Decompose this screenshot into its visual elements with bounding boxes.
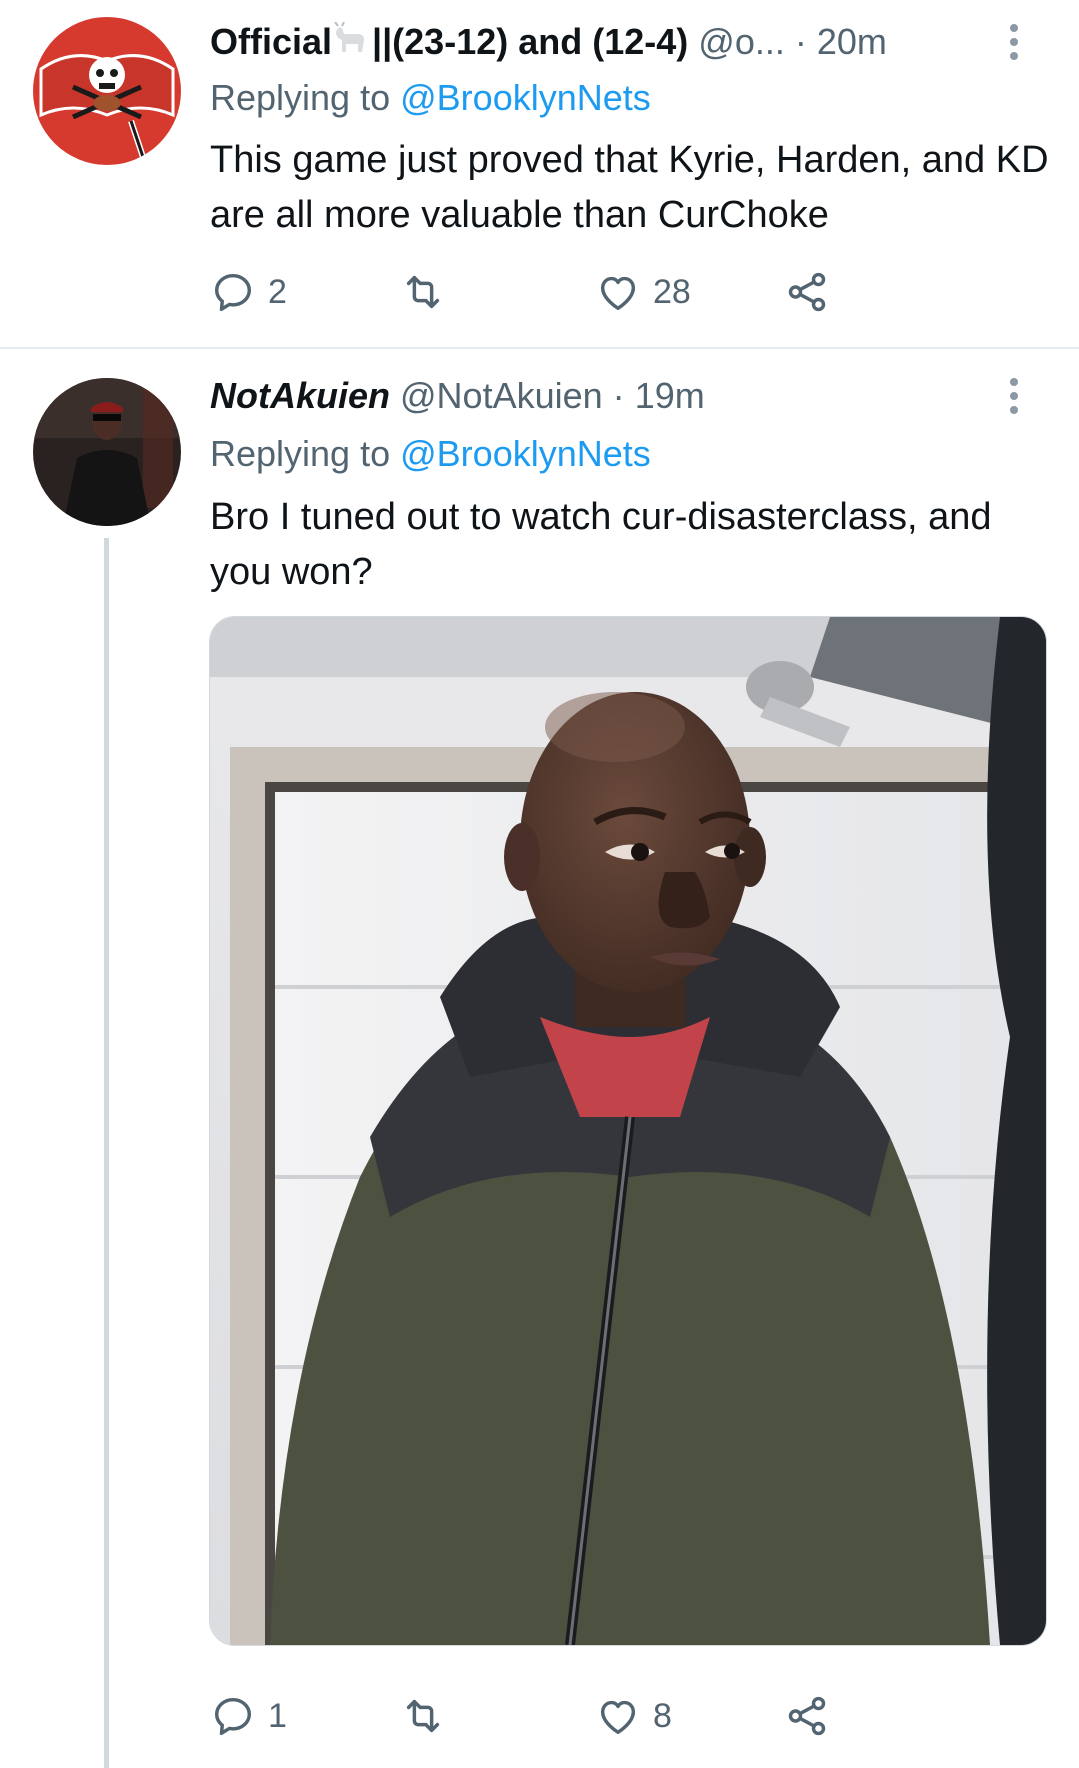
share-icon <box>788 272 826 312</box>
like-button[interactable]: 28 <box>595 262 691 322</box>
action-bar: 1 8 <box>210 1686 930 1746</box>
reply-button[interactable]: 2 <box>210 262 287 322</box>
timestamp[interactable]: 20m <box>817 21 887 62</box>
separator-dot: · <box>794 21 807 62</box>
reply-count: 1 <box>268 1696 287 1735</box>
like-count: 28 <box>653 272 691 311</box>
retweet-button[interactable] <box>400 1686 446 1746</box>
share-button[interactable] <box>784 1686 830 1746</box>
buccaneers-logo <box>33 17 181 165</box>
meme-photo <box>210 617 1046 1645</box>
handle[interactable]: @NotAkuien <box>400 375 603 416</box>
mention-link[interactable]: @BrooklynNets <box>400 77 651 118</box>
tweet-header: NotAkuien @NotAkuien · 19m <box>210 372 1059 420</box>
like-icon <box>600 276 636 311</box>
like-button[interactable]: 8 <box>595 1686 672 1746</box>
retweet-button[interactable] <box>400 262 446 322</box>
replying-to-label: Replying to <box>210 433 391 474</box>
share-button[interactable] <box>784 262 830 322</box>
reply-icon <box>214 1697 252 1735</box>
more-icon[interactable] <box>1007 18 1021 66</box>
like-count: 8 <box>653 1696 672 1735</box>
retweet-icon <box>406 1699 440 1733</box>
retweet-icon <box>406 275 440 309</box>
more-icon[interactable] <box>1007 372 1021 420</box>
tweet-image[interactable] <box>209 616 1047 1646</box>
reply-icon <box>214 273 252 311</box>
display-name[interactable]: Official <box>210 21 332 62</box>
tweet-header: Official ||(23-12) and (12-4) @o... · 20m <box>210 18 1059 66</box>
like-icon <box>600 1700 636 1735</box>
handle[interactable]: @o... <box>698 21 785 62</box>
display-name-suffix: ||(23-12) and (12-4) <box>372 21 689 62</box>
replying-to-label: Replying to <box>210 77 391 118</box>
reply-count: 2 <box>268 272 287 311</box>
tweet-divider <box>0 347 1079 349</box>
thread-line <box>104 538 109 1768</box>
share-icon <box>788 1696 826 1736</box>
avatar[interactable] <box>33 17 181 165</box>
avatar[interactable] <box>33 378 181 526</box>
reply-button[interactable]: 1 <box>210 1686 287 1746</box>
tweet-text: This game just proved that Kyrie, Harden… <box>210 139 1049 236</box>
replying-to-line: Replying to @BrooklynNets <box>210 430 651 478</box>
tweet[interactable]: NotAkuien @NotAkuien · 19m Replying to @… <box>0 350 1079 1768</box>
tweet[interactable]: Official ||(23-12) and (12-4) @o... · 20m… <box>0 0 1079 348</box>
goat-icon <box>332 20 372 68</box>
timestamp[interactable]: 19m <box>635 375 705 416</box>
action-bar: 2 28 <box>210 262 930 322</box>
replying-to-line: Replying to @BrooklynNets <box>210 74 651 122</box>
separator-dot: · <box>612 375 625 416</box>
tweet-text: Bro I tuned out to watch cur-disastercla… <box>210 496 992 593</box>
display-name[interactable]: NotAkuien <box>210 375 390 416</box>
profile-photo <box>33 378 181 526</box>
mention-link[interactable]: @BrooklynNets <box>400 433 651 474</box>
